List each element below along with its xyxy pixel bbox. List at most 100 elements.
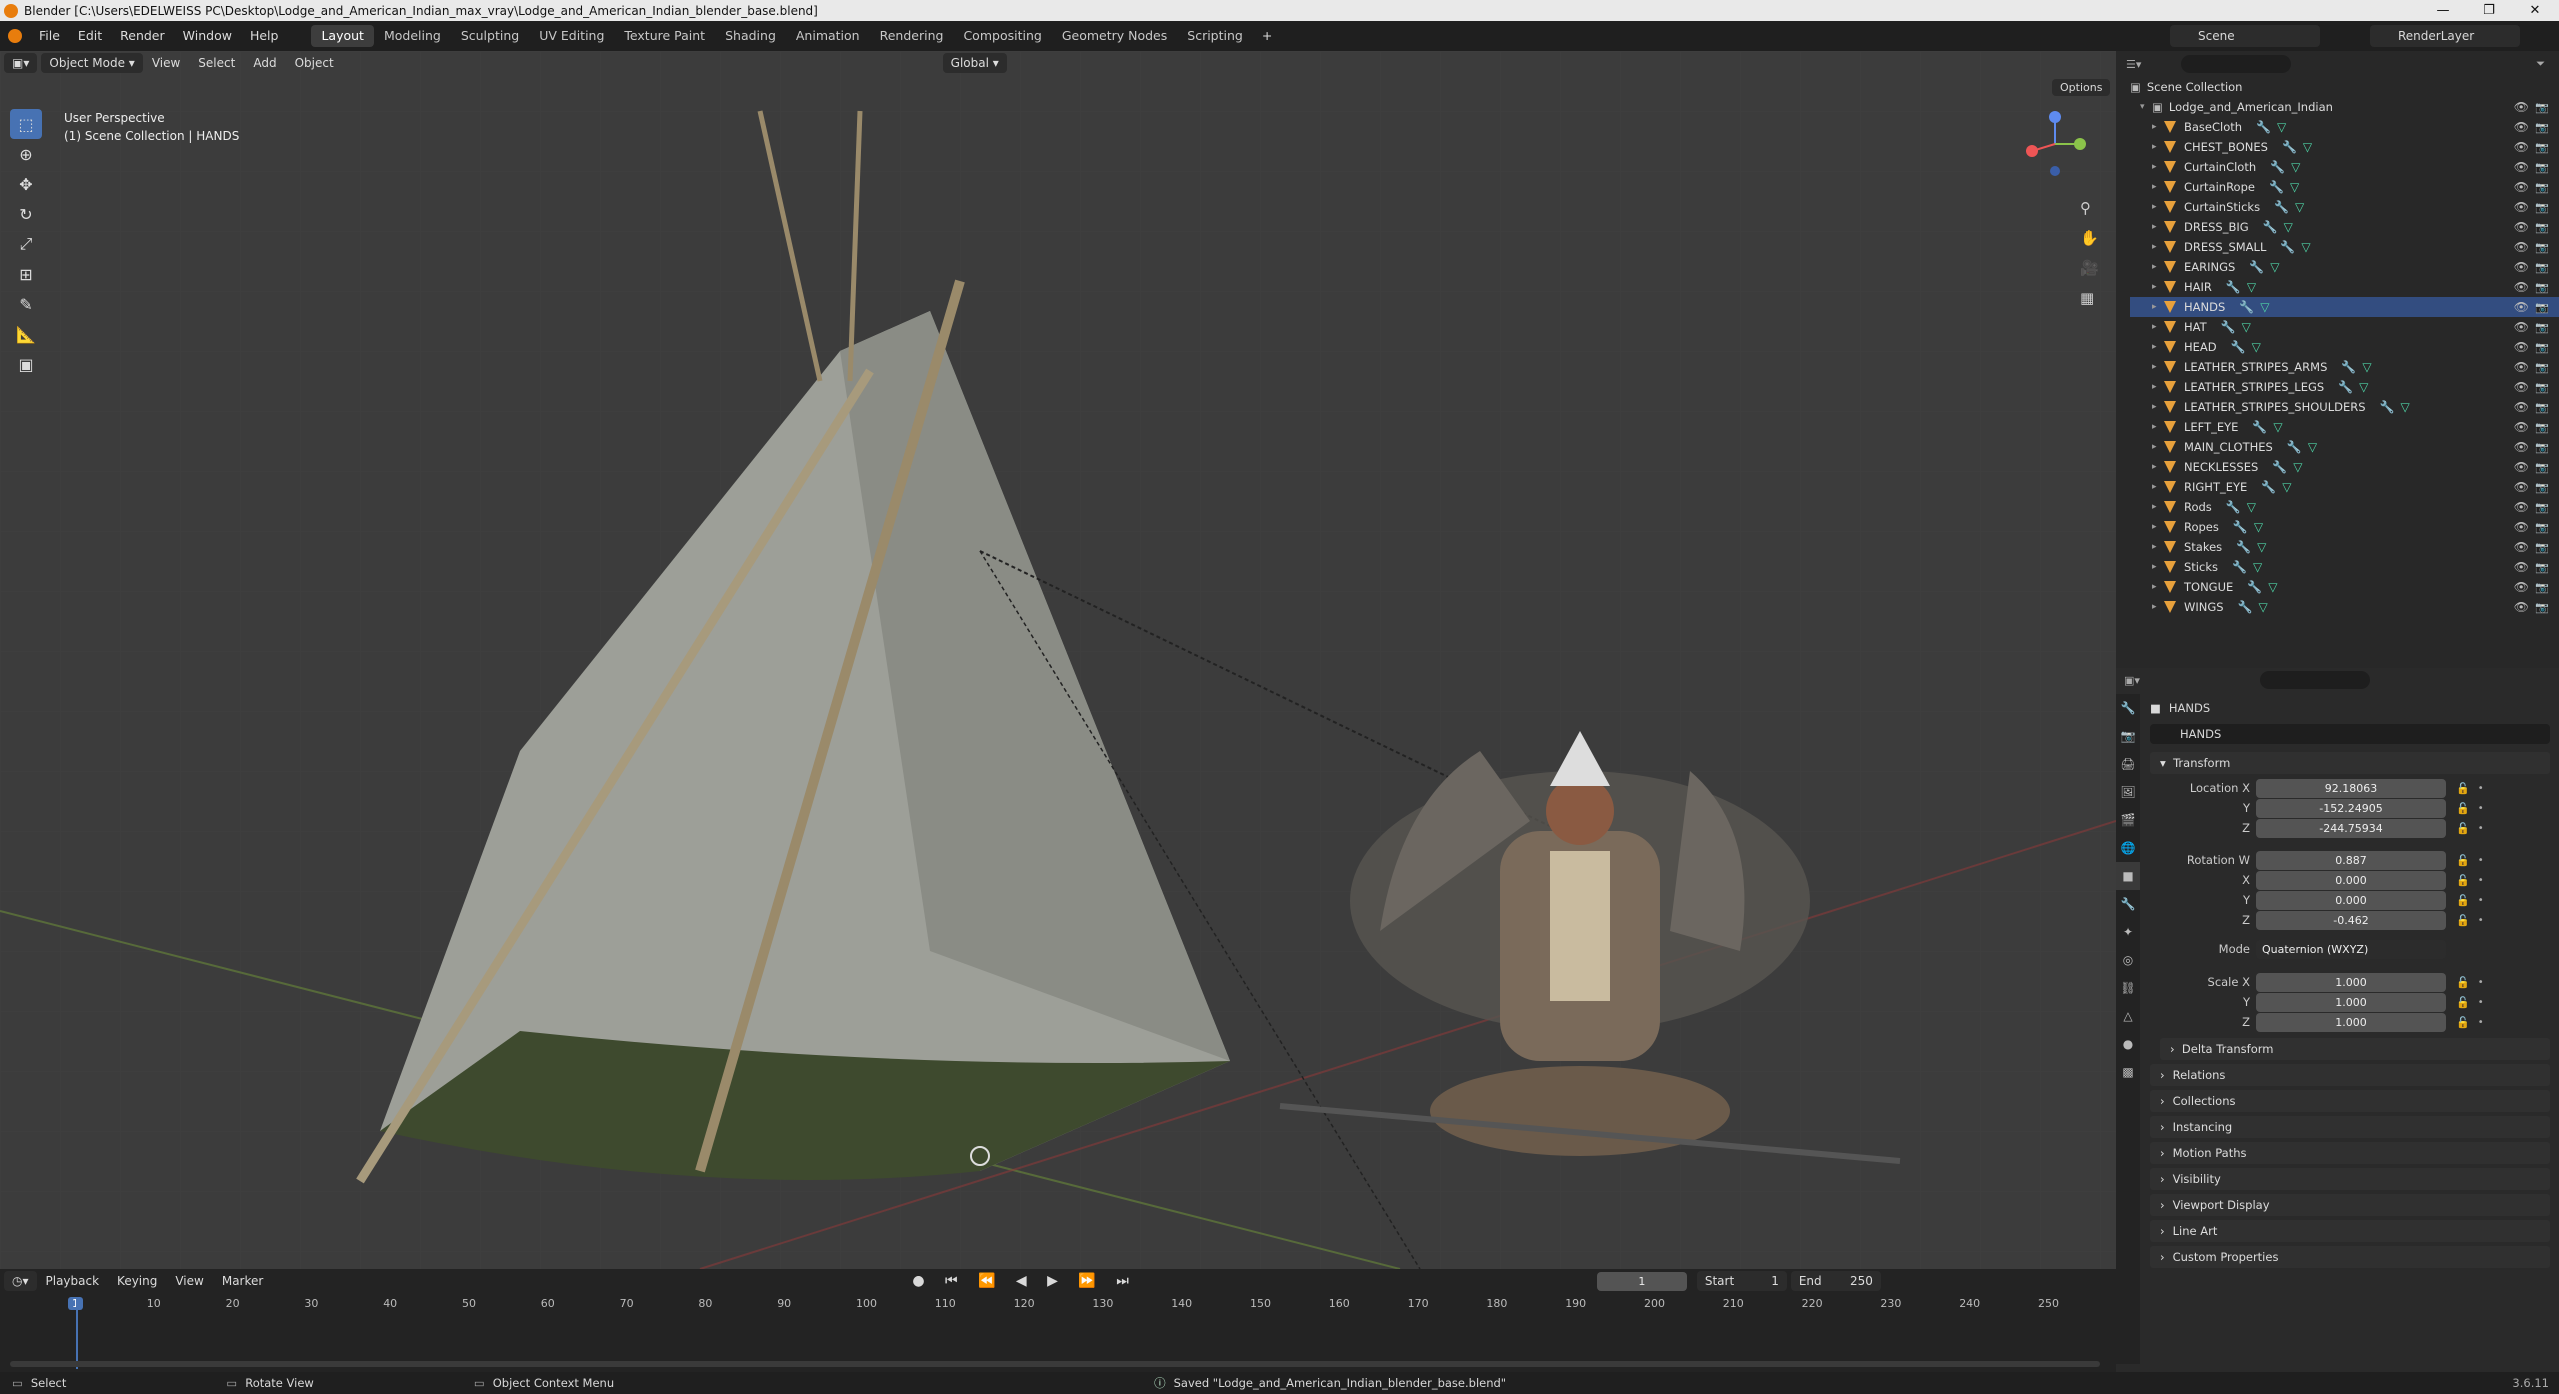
panel-header-relations[interactable]: › Relations [2150,1064,2550,1086]
panel-header-viewport-display[interactable]: › Viewport Display [2150,1194,2550,1216]
outliner-item[interactable]: ▸ TONGUE 🔧 ▽ 👁 📷 [2130,577,2559,597]
render-camera-icon[interactable]: 📷 [2535,161,2549,174]
render-camera-icon[interactable]: 📷 [2535,321,2549,334]
expand-arrow-icon[interactable]: ▸ [2152,202,2164,212]
particles-tab-icon[interactable]: ✦ [2116,918,2140,946]
modifier-wrench-icon[interactable]: 🔧 [2233,520,2248,534]
end-frame-field[interactable]: End 250 [1790,1271,1881,1291]
tab-geometry-nodes[interactable]: Geometry Nodes [1052,25,1177,47]
render-camera-icon[interactable]: 📷 [2535,561,2549,574]
rotation-x-field[interactable]: 0.000 [2256,870,2446,890]
modifier-wrench-icon[interactable]: 🔧 [2338,380,2353,394]
expand-arrow-icon[interactable]: ▸ [2152,122,2164,132]
add-workspace-icon[interactable]: + [1253,25,1281,47]
visibility-eye-icon[interactable]: 👁 [2514,380,2529,394]
modifier-wrench-icon[interactable]: 🔧 [2341,360,2356,374]
keyframe-dot-icon[interactable]: • [2478,997,2484,1008]
visibility-eye-icon[interactable]: 👁 [2514,340,2529,354]
panel-header-collections[interactable]: › Collections [2150,1090,2550,1112]
keyframe-dot-icon[interactable]: • [2478,977,2484,988]
outliner-item[interactable]: ▸ DRESS_BIG 🔧 ▽ 👁 📷 [2130,217,2559,237]
modifier-wrench-icon[interactable]: 🔧 [2236,540,2251,554]
outliner-item[interactable]: ▸ CurtainRope 🔧 ▽ 👁 📷 [2130,177,2559,197]
tab-uv-editing[interactable]: UV Editing [529,25,614,47]
mesh-data-icon[interactable]: ▽ [2268,580,2277,594]
outliner-search-input[interactable] [2181,55,2292,73]
menu-help[interactable]: Help [241,25,288,47]
tab-layout[interactable]: Layout [311,25,374,47]
playhead[interactable] [76,1297,78,1369]
menu-marker[interactable]: Marker [213,1270,272,1292]
outliner-item[interactable]: ▸ CurtainSticks 🔧 ▽ 👁 📷 [2130,197,2559,217]
expand-arrow-icon[interactable]: ▸ [2152,262,2164,272]
modifier-wrench-icon[interactable]: 🔧 [2256,120,2271,134]
mesh-data-icon[interactable]: ▽ [2247,280,2256,294]
rotation-w-field[interactable]: 0.887 [2256,850,2446,870]
visibility-eye-icon[interactable]: 👁 [2514,120,2529,134]
outliner-item[interactable]: ▸ LEFT_EYE 🔧 ▽ 👁 📷 [2130,417,2559,437]
outliner-item[interactable]: ▸ LEATHER_STRIPES_LEGS 🔧 ▽ 👁 📷 [2130,377,2559,397]
outliner-item[interactable]: ▸ HAIR 🔧 ▽ 👁 📷 [2130,277,2559,297]
mesh-data-icon[interactable]: ▽ [2242,320,2251,334]
outliner-item[interactable]: ▸ Rods 🔧 ▽ 👁 📷 [2130,497,2559,517]
location-x-field[interactable]: 92.18063 [2256,778,2446,798]
modifier-wrench-icon[interactable]: 🔧 [2380,400,2395,414]
lock-icon[interactable]: 🔓 [2456,854,2470,867]
expand-arrow-icon[interactable]: ▸ [2152,482,2164,492]
filter-icon[interactable]: ⏷ [2536,57,2545,71]
expand-arrow-icon[interactable]: ▸ [2152,602,2164,612]
location-z-field[interactable]: -244.75934 [2256,818,2446,838]
indian-figure[interactable] [1279,731,1901,1164]
tab-texture-paint[interactable]: Texture Paint [614,25,715,47]
render-camera-icon[interactable]: 📷 [2535,401,2549,414]
render-layer-selector[interactable]: RenderLayer [2370,25,2520,47]
transform-panel-header[interactable]: ▾ Transform [2150,752,2550,774]
outliner-item[interactable]: ▸ Ropes 🔧 ▽ 👁 📷 [2130,517,2559,537]
render-camera-icon[interactable]: 📷 [2535,341,2549,354]
playback-controls[interactable]: ● ⏮ ⏪ ◀ ▶ ⏩ ⏭ [912,1273,1137,1289]
tab-shading[interactable]: Shading [715,25,786,47]
outliner-item[interactable]: ▸ HEAD 🔧 ▽ 👁 📷 [2130,337,2559,357]
visibility-eye-icon[interactable]: 👁 [2514,520,2529,534]
close-icon[interactable]: ✕ [2512,0,2558,21]
visibility-eye-icon[interactable]: 👁 [2514,220,2529,234]
visibility-eye-icon[interactable]: 👁 [2514,240,2529,254]
physics-tab-icon[interactable]: ◎ [2116,946,2140,974]
rotation-z-field[interactable]: -0.462 [2256,910,2446,930]
keyframe-dot-icon[interactable]: • [2478,875,2484,886]
expand-arrow-icon[interactable]: ▸ [2152,582,2164,592]
tab-scripting[interactable]: Scripting [1177,25,1253,47]
panel-header-motion-paths[interactable]: › Motion Paths [2150,1142,2550,1164]
render-camera-icon[interactable]: 📷 [2535,201,2549,214]
mesh-data-icon[interactable]: ▽ [2400,400,2409,414]
visibility-eye-icon[interactable]: 👁 [2514,580,2529,594]
visibility-eye-icon[interactable]: 👁 [2514,540,2529,554]
render-camera-icon[interactable]: 📷 [2535,221,2549,234]
scale-x-field[interactable]: 1.000 [2256,972,2446,992]
tab-modeling[interactable]: Modeling [374,25,451,47]
render-camera-icon[interactable]: 📷 [2535,461,2549,474]
frame-ruler[interactable]: 1102030405060708090100110120130140150160… [0,1297,2116,1315]
modifier-tab-icon[interactable]: 🔧 [2116,890,2140,918]
render-camera-icon[interactable]: 📷 [2535,381,2549,394]
expand-arrow-icon[interactable]: ▸ [2152,242,2164,252]
outliner-item[interactable]: ▸ HAT 🔧 ▽ 👁 📷 [2130,317,2559,337]
mesh-data-icon[interactable]: ▽ [2284,220,2293,234]
outliner-item[interactable]: ▸ RIGHT_EYE 🔧 ▽ 👁 📷 [2130,477,2559,497]
menu-playback[interactable]: Playback [37,1270,109,1292]
panel-header-instancing[interactable]: › Instancing [2150,1116,2550,1138]
tool-tab-icon[interactable]: 🔧 [2116,694,2140,722]
mesh-data-icon[interactable]: ▽ [2359,380,2368,394]
expand-arrow-icon[interactable]: ▸ [2152,282,2164,292]
outliner-item[interactable]: ▸ CHEST_BONES 🔧 ▽ 👁 📷 [2130,137,2559,157]
visibility-eye-icon[interactable]: 👁 [2514,460,2529,474]
modifier-wrench-icon[interactable]: 🔧 [2274,200,2289,214]
collection-row[interactable]: ▾ ▣ Lodge_and_American_Indian 👁 📷 [2130,97,2559,117]
modifier-wrench-icon[interactable]: 🔧 [2231,340,2246,354]
modifier-wrench-icon[interactable]: 🔧 [2252,420,2267,434]
lock-icon[interactable]: 🔓 [2456,874,2470,887]
panel-header-line-art[interactable]: › Line Art [2150,1220,2550,1242]
tab-compositing[interactable]: Compositing [953,25,1051,47]
render-camera-icon[interactable]: 📷 [2535,441,2549,454]
visibility-eye-icon[interactable]: 👁 [2514,320,2529,334]
